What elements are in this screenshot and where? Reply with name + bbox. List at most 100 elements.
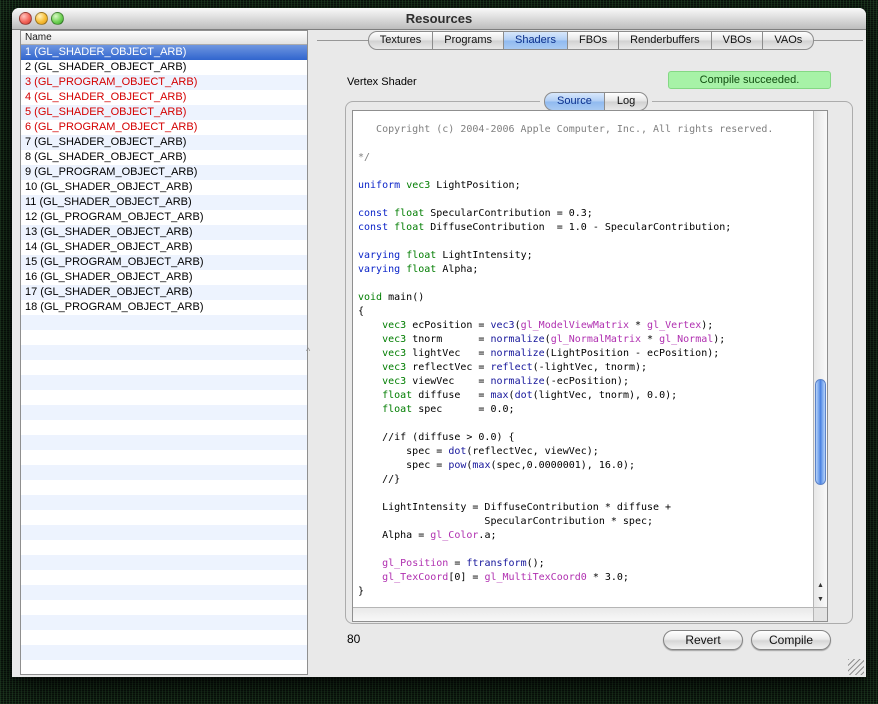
list-item[interactable]: 6 (GL_PROGRAM_OBJECT_ARB) [21, 120, 307, 135]
segment-log[interactable]: Log [605, 92, 648, 111]
list-item[interactable]: 5 (GL_SHADER_OBJECT_ARB) [21, 105, 307, 120]
list-item[interactable]: 2 (GL_SHADER_OBJECT_ARB) [21, 60, 307, 75]
list-item[interactable]: 1 (GL_SHADER_OBJECT_ARB) [21, 45, 307, 60]
list-item[interactable]: 17 (GL_SHADER_OBJECT_ARB) [21, 285, 307, 300]
list-item[interactable]: 7 (GL_SHADER_OBJECT_ARB) [21, 135, 307, 150]
list-empty-row [21, 330, 307, 345]
list-empty-row [21, 465, 307, 480]
tab-fbos[interactable]: FBOs [568, 31, 619, 50]
vertical-scrollbar-thumb[interactable] [815, 379, 826, 485]
resources-window: Resources Name 1 (GL_SHADER_OBJECT_ARB)2… [12, 8, 866, 677]
list-column-header-name[interactable]: Name [21, 31, 307, 45]
list-empty-row [21, 555, 307, 570]
list-item[interactable]: 9 (GL_PROGRAM_OBJECT_ARB) [21, 165, 307, 180]
list-empty-row [21, 615, 307, 630]
minimize-button[interactable] [35, 12, 48, 25]
code-line: LightIntensity = DiffuseContribution * d… [358, 501, 813, 515]
shader-type-label: Vertex Shader [347, 76, 417, 88]
code-line: gl_Position = ftransform(); [358, 557, 813, 571]
list-empty-row [21, 570, 307, 585]
code-line [358, 193, 813, 207]
code-line: vec3 lightVec = normalize(LightPosition … [358, 347, 813, 361]
compile-status-badge: Compile succeeded. [668, 71, 831, 89]
code-line: const float SpecularContribution = 0.3; [358, 207, 813, 221]
code-line: //} [358, 473, 813, 487]
revert-button[interactable]: Revert [663, 630, 743, 650]
tab-bar: TexturesProgramsShadersFBOsRenderbuffers… [316, 31, 866, 50]
list-item[interactable]: 12 (GL_PROGRAM_OBJECT_ARB) [21, 210, 307, 225]
compile-button[interactable]: Compile [751, 630, 831, 650]
list-empty-row [21, 390, 307, 405]
horizontal-scrollbar[interactable] [353, 607, 813, 621]
window-controls [19, 12, 64, 25]
code-line [358, 277, 813, 291]
code-line [358, 137, 813, 151]
resource-list-rows: 1 (GL_SHADER_OBJECT_ARB)2 (GL_SHADER_OBJ… [21, 45, 307, 675]
list-item[interactable]: 15 (GL_PROGRAM_OBJECT_ARB) [21, 255, 307, 270]
shader-id-label: 80 [347, 632, 360, 646]
tab-textures[interactable]: Textures [368, 31, 434, 50]
list-empty-row [21, 600, 307, 615]
code-line: vec3 viewVec = normalize(-ecPosition); [358, 375, 813, 389]
code-line: float diffuse = max(dot(lightVec, tnorm)… [358, 389, 813, 403]
window-title: Resources [12, 8, 866, 30]
window-titlebar[interactable]: Resources [12, 8, 866, 30]
code-line [358, 165, 813, 179]
segment-source[interactable]: Source [544, 92, 605, 111]
code-line: vec3 reflectVec = reflect(-lightVec, tno… [358, 361, 813, 375]
list-empty-row [21, 495, 307, 510]
list-empty-row [21, 435, 307, 450]
code-line: varying float LightIntensity; [358, 249, 813, 263]
list-empty-row [21, 585, 307, 600]
list-empty-row [21, 510, 307, 525]
list-empty-row [21, 480, 307, 495]
list-item[interactable]: 18 (GL_PROGRAM_OBJECT_ARB) [21, 300, 307, 315]
list-empty-row [21, 660, 307, 675]
code-line: varying float Alpha; [358, 263, 813, 277]
list-empty-row [21, 450, 307, 465]
list-empty-row [21, 420, 307, 435]
code-line: Copyright (c) 2004-2006 Apple Computer, … [358, 123, 813, 137]
desktop-background: Resources Name 1 (GL_SHADER_OBJECT_ARB)2… [0, 0, 878, 704]
tab-shaders[interactable]: Shaders [504, 31, 568, 50]
scroll-up-arrow-icon[interactable]: ▲ [814, 579, 827, 593]
list-empty-row [21, 630, 307, 645]
tab-renderbuffers[interactable]: Renderbuffers [619, 31, 712, 50]
code-line: spec = dot(reflectVec, viewVec); [358, 445, 813, 459]
scrollbar-corner [813, 607, 827, 621]
list-empty-row [21, 345, 307, 360]
code-line: const float DiffuseContribution = 1.0 - … [358, 221, 813, 235]
shader-source-code[interactable]: Copyright (c) 2004-2006 Apple Computer, … [353, 121, 813, 597]
code-line: vec3 tnorm = normalize(gl_NormalMatrix *… [358, 333, 813, 347]
list-item[interactable]: 3 (GL_PROGRAM_OBJECT_ARB) [21, 75, 307, 90]
list-item[interactable]: 16 (GL_SHADER_OBJECT_ARB) [21, 270, 307, 285]
list-empty-row [21, 540, 307, 555]
list-item[interactable]: 13 (GL_SHADER_OBJECT_ARB) [21, 225, 307, 240]
list-item[interactable]: 4 (GL_SHADER_OBJECT_ARB) [21, 90, 307, 105]
list-item[interactable]: 11 (GL_SHADER_OBJECT_ARB) [21, 195, 307, 210]
code-line: uniform vec3 LightPosition; [358, 179, 813, 193]
tab-programs[interactable]: Programs [433, 31, 504, 50]
code-line [358, 235, 813, 249]
zoom-button[interactable] [51, 12, 64, 25]
window-resize-grip[interactable] [848, 659, 864, 675]
source-log-segmented-control: SourceLog [540, 92, 652, 111]
vertical-scrollbar[interactable]: ▲ ▼ [813, 111, 827, 607]
tab-vaos[interactable]: VAOs [763, 31, 814, 50]
list-empty-row [21, 525, 307, 540]
list-item[interactable]: 8 (GL_SHADER_OBJECT_ARB) [21, 150, 307, 165]
scroll-down-arrow-icon[interactable]: ▼ [814, 593, 827, 607]
list-scroll-nub-icon: ^ [306, 346, 310, 356]
shader-source-editor[interactable]: Copyright (c) 2004-2006 Apple Computer, … [352, 110, 828, 622]
close-button[interactable] [19, 12, 32, 25]
list-item[interactable]: 10 (GL_SHADER_OBJECT_ARB) [21, 180, 307, 195]
code-line: { [358, 305, 813, 319]
list-empty-row [21, 375, 307, 390]
code-line [358, 417, 813, 431]
tab-vbos[interactable]: VBOs [712, 31, 764, 50]
resource-list: Name 1 (GL_SHADER_OBJECT_ARB)2 (GL_SHADE… [20, 30, 308, 675]
list-empty-row [21, 405, 307, 420]
list-item[interactable]: 14 (GL_SHADER_OBJECT_ARB) [21, 240, 307, 255]
code-line: //if (diffuse > 0.0) { [358, 431, 813, 445]
code-line: */ [358, 151, 813, 165]
